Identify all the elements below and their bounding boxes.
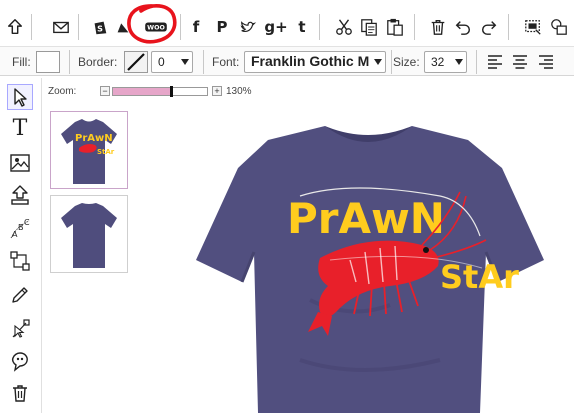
undo-icon[interactable] <box>452 16 474 38</box>
shape-icon <box>10 251 30 271</box>
copy-icon[interactable] <box>358 16 380 38</box>
design-canvas[interactable]: PrAwN StAr <box>150 100 574 413</box>
text-icon: T <box>12 116 28 141</box>
toolbar-divider <box>78 14 79 40</box>
cut-icon[interactable] <box>333 16 355 38</box>
tshirt-mockup: PrAwN StAr <box>196 126 544 413</box>
redo-icon[interactable] <box>478 16 500 38</box>
view-thumbnail-front[interactable]: PrAwN StAr <box>50 111 128 189</box>
pen-tool[interactable] <box>7 282 33 308</box>
zoom-slider[interactable] <box>112 86 208 97</box>
clipart-tool[interactable] <box>7 348 33 374</box>
pencil-icon <box>12 287 28 303</box>
zoom-label: Zoom: <box>48 86 77 97</box>
share-icon[interactable] <box>4 16 26 38</box>
google-plus-icon[interactable]: g+ <box>263 16 289 38</box>
border-color-swatch[interactable] <box>124 51 148 73</box>
clipart-icon <box>11 352 28 372</box>
tool-sidebar: T ABC <box>0 78 42 413</box>
main-toolbar: S WOO f P g+ t <box>0 0 574 44</box>
svg-text:PrAwN: PrAwN <box>75 133 113 144</box>
woocommerce-icon[interactable]: WOO <box>143 16 169 38</box>
zoom-slider-handle[interactable] <box>170 86 174 97</box>
svg-text:WOO: WOO <box>147 25 165 32</box>
twitter-icon[interactable] <box>237 16 259 38</box>
front-shirt-thumbnail: PrAwN StAr <box>61 119 117 184</box>
trash-icon[interactable] <box>427 16 449 38</box>
font-size-value: 32 <box>431 55 445 69</box>
zoom-value: 130% <box>226 86 252 97</box>
email-icon[interactable] <box>50 16 72 38</box>
curved-text-icon: ABC <box>10 218 30 239</box>
font-size-select[interactable]: 32 <box>424 51 467 73</box>
view-thumbnail-back[interactable] <box>50 195 128 273</box>
pointer-tool[interactable] <box>7 84 33 110</box>
toolbar-divider <box>414 14 415 40</box>
svg-text:C: C <box>24 218 30 227</box>
node-edit-icon <box>12 319 30 338</box>
trash-icon <box>13 385 27 402</box>
design-text-line2[interactable]: StAr <box>440 258 519 296</box>
chevron-down-icon <box>181 59 189 65</box>
font-family-value: Franklin Gothic M <box>251 53 370 69</box>
facebook-icon[interactable]: f <box>185 16 207 38</box>
image-icon <box>10 154 30 172</box>
design-text-line1[interactable]: PrAwN <box>287 194 445 243</box>
back-shirt-thumbnail <box>61 203 117 268</box>
toolbar-divider <box>476 50 477 74</box>
pointer-icon <box>14 88 27 107</box>
toolbar-divider <box>180 14 181 40</box>
image-tool[interactable] <box>7 150 33 176</box>
svg-text:StAr: StAr <box>97 148 115 156</box>
fill-color-swatch[interactable] <box>36 51 60 73</box>
paste-icon[interactable] <box>384 16 406 38</box>
zoom-out-button[interactable]: − <box>100 86 110 96</box>
svg-text:S: S <box>97 24 103 34</box>
node-edit-tool[interactable] <box>7 316 33 342</box>
font-label: Font: <box>212 55 240 69</box>
align-center-icon[interactable] <box>511 53 529 71</box>
chevron-down-icon <box>374 59 382 65</box>
zoom-slider-fill <box>113 88 172 95</box>
chevron-down-icon <box>455 59 463 65</box>
curved-text-tool[interactable]: ABC <box>7 216 33 242</box>
upload-tool[interactable] <box>7 182 33 208</box>
toolbar-divider <box>319 14 320 40</box>
shapes-icon[interactable] <box>548 16 570 38</box>
bag-icon[interactable] <box>112 16 134 38</box>
upload-icon <box>11 185 29 205</box>
delete-tool[interactable] <box>7 380 33 406</box>
fill-label: Fill: <box>12 55 31 69</box>
tumblr-icon[interactable]: t <box>291 16 313 38</box>
toolbar-divider <box>31 14 32 40</box>
select-area-icon[interactable] <box>522 16 544 38</box>
align-right-icon[interactable] <box>537 53 555 71</box>
border-label: Border: <box>78 55 118 69</box>
pinterest-icon[interactable]: P <box>211 16 233 38</box>
border-width-select[interactable]: 0 <box>151 51 193 73</box>
align-left-icon[interactable] <box>486 53 504 71</box>
toolbar-divider <box>508 14 509 40</box>
zoom-in-button[interactable]: + <box>212 86 222 96</box>
shape-tool[interactable] <box>7 248 33 274</box>
font-family-select[interactable]: Franklin Gothic M <box>244 51 386 73</box>
toolbar-divider <box>69 50 70 74</box>
format-toolbar: Fill: Border: 0 Font: Franklin Gothic M … <box>0 46 574 76</box>
shopify-icon[interactable]: S <box>89 16 111 38</box>
text-tool[interactable]: T <box>7 116 33 142</box>
toolbar-divider <box>391 50 392 74</box>
toolbar-divider <box>203 50 204 74</box>
border-width-value: 0 <box>158 55 165 69</box>
size-label: Size: <box>393 55 420 69</box>
